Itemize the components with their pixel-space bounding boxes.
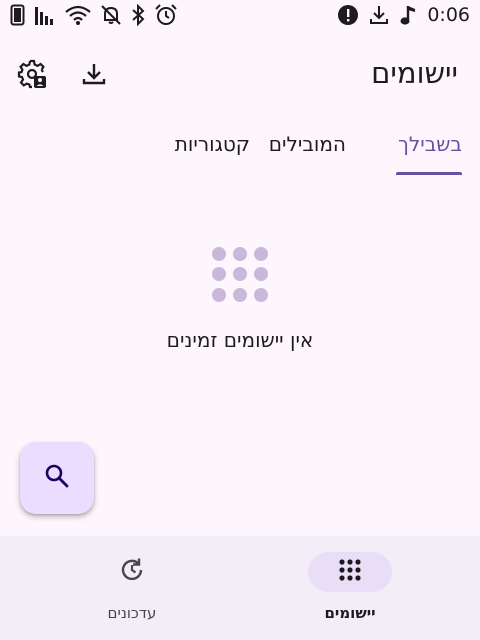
- nav-item-updates[interactable]: עדכונים: [30, 536, 230, 640]
- wifi-icon: [64, 4, 92, 26]
- tab-categories[interactable]: קטגוריות: [175, 132, 250, 156]
- alarm-icon: [154, 4, 178, 26]
- download-icon: [369, 4, 389, 26]
- apps-grid-icon: [210, 246, 270, 306]
- notifications-off-icon: [100, 4, 122, 26]
- status-time: 0:06: [427, 4, 470, 26]
- active-tab-indicator: [396, 172, 462, 175]
- nav-label-apps: יישומים: [324, 604, 376, 622]
- nav-label-updates: עדכונים: [107, 604, 157, 622]
- tab-top-charts[interactable]: המובילים: [269, 132, 346, 156]
- page-title: יישומים: [371, 56, 458, 90]
- apps-grid-icon: [339, 559, 361, 585]
- status-left-icons: [10, 4, 178, 26]
- downloads-button[interactable]: [74, 56, 114, 96]
- top-app-bar: יישומים: [0, 48, 480, 104]
- alert-circle-icon: [337, 4, 359, 26]
- sim-card-icon: [10, 4, 26, 26]
- settings-admin-icon: [17, 59, 47, 93]
- status-right-icons: 0:06: [337, 4, 470, 26]
- tab-for-you[interactable]: בשבילך: [398, 132, 462, 156]
- status-bar: 0:06: [0, 0, 480, 32]
- search-icon: [44, 463, 70, 493]
- bottom-navigation: יישומים עדכונים: [0, 536, 480, 640]
- nav-item-apps[interactable]: יישומים: [248, 536, 448, 640]
- settings-button[interactable]: [12, 56, 52, 96]
- download-icon: [81, 61, 107, 91]
- nav-active-indicator: [308, 552, 392, 592]
- signal-bars-icon: [34, 4, 56, 26]
- nav-icon-container: [90, 552, 174, 592]
- music-note-icon: [399, 4, 417, 26]
- update-history-icon: [119, 557, 145, 587]
- bluetooth-icon: [130, 4, 146, 26]
- search-fab[interactable]: [20, 442, 94, 514]
- tab-bar: בשבילך המובילים קטגוריות: [0, 128, 480, 176]
- empty-state-message: אין יישומים זמינים: [166, 328, 314, 352]
